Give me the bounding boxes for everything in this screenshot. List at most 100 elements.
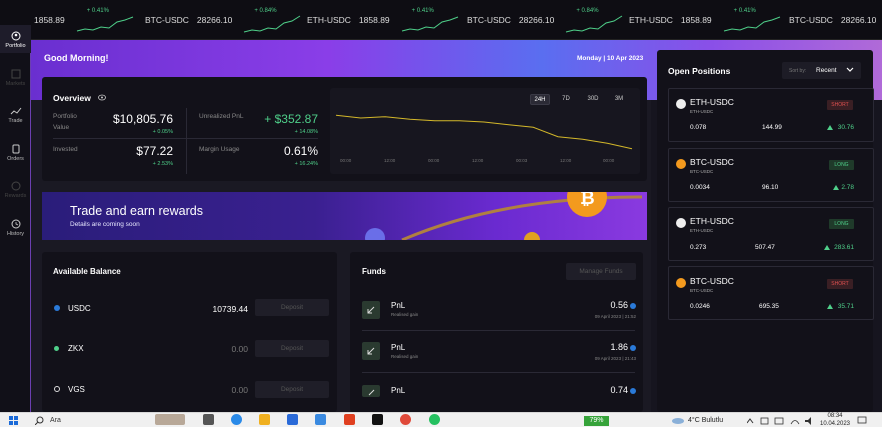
ticker-price: 28266.10 — [196, 15, 233, 25]
ticker-item[interactable]: ETH-USDC 1858.89 + 0.41% — [629, 0, 782, 39]
arrow-up-icon — [827, 304, 833, 309]
cloud-icon — [672, 418, 684, 424]
task-view-icon[interactable] — [203, 414, 214, 425]
brave-icon[interactable] — [344, 414, 355, 425]
usdc-icon — [54, 305, 60, 311]
chrome-icon[interactable] — [400, 414, 411, 425]
fund-entry-sub: Realised gain — [391, 312, 419, 317]
svg-text:₿: ₿ — [580, 192, 595, 208]
sidebar-item-trade[interactable]: Trade — [0, 106, 31, 124]
position-pnl: 35.71 — [837, 303, 854, 310]
price-ticker: 1858.89 + 0.41% BTC-USDC 28266.10 + 0.84… — [0, 0, 882, 40]
balance-amount: 10739.44 — [212, 304, 248, 314]
x-tick-label: 00:00 — [340, 158, 352, 163]
position-side-badge: SHORT — [827, 100, 853, 110]
fund-entry-name: PnL — [391, 343, 406, 352]
position-size: 0.0246 — [690, 303, 710, 310]
promo-subtitle: Details are coming soon — [70, 221, 140, 228]
fund-entry-value: 0.56 — [610, 300, 628, 310]
x-tick-label: 12:00 — [384, 158, 396, 163]
search-highlight-image — [155, 414, 185, 425]
bitcoin-icon — [676, 278, 686, 288]
ticker-change: + 0.41% — [86, 8, 109, 14]
battery-indicator[interactable]: 79% — [584, 416, 609, 426]
search-icon[interactable] — [35, 416, 44, 425]
taskbar-time[interactable]: 08:34 — [820, 413, 850, 419]
notification-icon[interactable] — [857, 416, 867, 425]
arrow-down-left-icon — [362, 385, 380, 397]
sidebar: Portfolio Markets Trade Orders Rewards H… — [0, 25, 31, 412]
fund-entry-date: 09 April 2023 | 21:52 — [594, 314, 636, 319]
balance-title: Available Balance — [53, 267, 121, 276]
ticker-sparkline: + 0.41% — [722, 5, 782, 35]
invested-label: Invested — [53, 146, 78, 153]
x-tick-label: 00:00 — [603, 158, 615, 163]
sidebar-item-history[interactable]: History — [0, 219, 31, 237]
sidebar-item-label: Trade — [8, 118, 23, 124]
zkx-icon — [54, 346, 59, 351]
position-size: 0.273 — [690, 244, 707, 251]
fund-entry-value: 1.86 — [610, 342, 628, 352]
margin-usage-change: + 16.24% — [294, 161, 318, 167]
windows-start-icon[interactable] — [9, 416, 18, 425]
greeting-text: Good Morning! — [44, 53, 109, 63]
ticker-item[interactable]: 1858.89 + 0.41% — [34, 0, 135, 39]
ticker-price: 28266.10 — [840, 15, 877, 25]
position-price: 695.35 — [759, 303, 779, 310]
position-price: 507.47 — [755, 244, 775, 251]
invested-value: $77.22 — [136, 144, 173, 158]
deposit-button[interactable]: Deposit — [255, 381, 329, 398]
sidebar-item-rewards[interactable]: Rewards — [0, 181, 31, 199]
ticker-item[interactable]: BTC-USDC 28266.10 + 0.84% — [145, 0, 302, 39]
chevron-down-icon — [846, 67, 854, 72]
sidebar-item-label: Markets — [5, 81, 26, 87]
store-icon[interactable] — [287, 414, 298, 425]
file-explorer-icon[interactable] — [259, 414, 270, 425]
taskbar-search[interactable]: Ara — [50, 417, 61, 424]
ticker-change: + 0.84% — [254, 8, 277, 14]
mail-icon[interactable] — [315, 414, 326, 425]
taskbar-date[interactable]: 10.04.2023 — [815, 421, 855, 427]
ticker-change: + 0.84% — [576, 8, 599, 14]
sidebar-item-label: Rewards — [4, 193, 27, 199]
ticker-sparkline: + 0.84% — [242, 5, 302, 35]
sidebar-item-portfolio[interactable]: Portfolio — [0, 31, 31, 49]
deposit-button[interactable]: Deposit — [255, 340, 329, 357]
chart-series-line — [335, 114, 633, 150]
sidebar-item-markets[interactable]: Markets — [0, 69, 31, 87]
orders-icon — [12, 144, 19, 154]
weather-status[interactable]: 4°C Bulutlu — [688, 417, 723, 424]
current-date: Monday | 10 Apr 2023 — [577, 55, 644, 62]
edge-icon[interactable] — [231, 414, 242, 425]
sidebar-item-label: Orders — [7, 156, 24, 162]
system-tray-icons[interactable] — [747, 417, 817, 425]
sidebar-item-label: History — [6, 231, 25, 237]
fund-entry-date: 09 April 2023 | 21:43 — [594, 356, 636, 361]
balance-asset-name: ZKX — [68, 344, 84, 353]
sort-value: Recent — [816, 67, 837, 74]
ticker-item[interactable]: ETH-USDC 1858.89 + 0.41% — [307, 0, 460, 39]
manage-funds-button[interactable]: Manage Funds — [566, 263, 636, 280]
position-side-badge: LONG — [829, 219, 854, 229]
timeframe-24h-button[interactable]: 24H — [530, 94, 550, 105]
ethereum-icon — [676, 218, 686, 228]
timeframe-3m-button[interactable]: 3M — [611, 94, 627, 105]
arrow-up-icon — [827, 125, 833, 130]
divider — [186, 108, 187, 174]
whatsapp-icon[interactable] — [429, 414, 440, 425]
sidebar-item-orders[interactable]: Orders — [0, 144, 31, 162]
eye-icon[interactable] — [98, 94, 106, 101]
ticker-price: 1858.89 — [358, 15, 390, 25]
portfolio-value-label: Portfolio — [53, 113, 77, 120]
deposit-button[interactable]: Deposit — [255, 299, 329, 316]
balance-asset-name: VGS — [68, 385, 85, 394]
ticker-item[interactable]: BTC-USDC 28266.10 — [789, 0, 882, 39]
usdc-icon — [630, 388, 636, 394]
ticker-item[interactable]: BTC-USDC 28266.10 + 0.84% — [467, 0, 624, 39]
timeframe-30d-button[interactable]: 30D — [584, 94, 602, 105]
ticker-price: 1858.89 — [34, 15, 65, 25]
timeframe-7d-button[interactable]: 7D — [558, 94, 574, 105]
ticker-pair: ETH-USDC — [629, 15, 673, 25]
netflix-icon[interactable] — [372, 414, 383, 425]
position-card[interactable] — [668, 266, 874, 320]
